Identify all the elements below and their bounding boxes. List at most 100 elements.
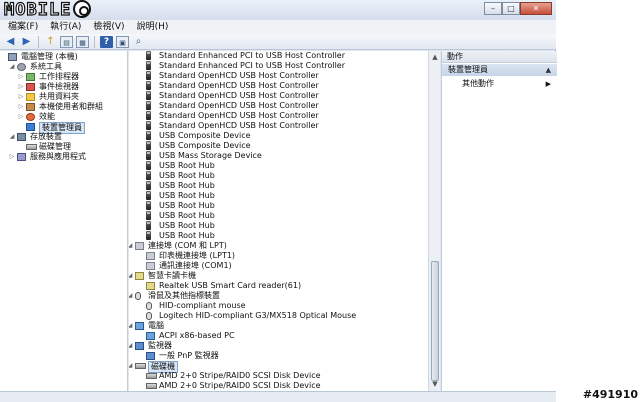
usb-icon (146, 121, 151, 130)
usb-icon (146, 231, 151, 240)
mouse-icon (146, 312, 152, 320)
collapse-up-icon[interactable]: ▲ (546, 64, 551, 76)
back-arrow-icon[interactable]: ◀ (4, 36, 17, 48)
device-tree-item-label: USB Composite Device (159, 141, 251, 150)
window-controls: – □ ✕ (484, 2, 552, 15)
actions-header: 動作 (442, 51, 557, 63)
minimize-button[interactable]: – (484, 2, 502, 15)
console-icon[interactable]: ▣ (116, 35, 129, 48)
device-tree-item-label: Logitech HID-compliant G3/MX518 Optical … (159, 311, 357, 320)
forward-arrow-icon[interactable]: ▶ (20, 36, 33, 48)
menu-file[interactable]: 檔案(F) (8, 20, 38, 34)
menu-action[interactable]: 執行(A) (50, 20, 81, 34)
actions-device-manager[interactable]: 裝置管理員 ▲ (442, 64, 557, 76)
computer-mgmt-icon (8, 53, 17, 61)
expand-triangle-icon[interactable]: ▷ (18, 72, 24, 82)
usb-icon (146, 101, 151, 110)
actions-more[interactable]: 其他動作 ▶ (442, 78, 557, 90)
disk-drive-icon (146, 383, 157, 389)
console-tree-item-label: 工作排程器 (39, 72, 79, 81)
device-tree-item-label: 監視器 (148, 341, 172, 350)
console-tree-item-label: 系統工具 (30, 62, 62, 71)
collapse-triangle-icon[interactable]: ◢ (9, 62, 15, 72)
collapse-triangle-icon[interactable]: ◢ (129, 361, 133, 371)
usb-icon (146, 51, 151, 60)
disk-drive-icon (135, 363, 146, 369)
console-tree-item-label: 本機使用者和群組 (39, 102, 103, 111)
device-tree-item-label: USB Root Hub (159, 171, 215, 180)
scroll-up-icon[interactable]: ▲ (430, 52, 440, 62)
collapse-triangle-icon[interactable]: ◢ (129, 271, 133, 281)
device-tree-item-label: 一般 PnP 監視器 (159, 351, 219, 360)
device-tree-item-label: AMD 2+0 Stripe/RAID0 SCSI Disk Device (159, 371, 321, 380)
smart-card-icon (146, 282, 155, 290)
up-folder-icon[interactable]: ↑ (44, 36, 57, 48)
device-tree-item-label: 印表機連接埠 (LPT1) (159, 251, 236, 260)
help-icon[interactable]: ? (100, 35, 113, 48)
collapse-triangle-icon[interactable]: ◢ (129, 291, 133, 301)
actions-more-label: 其他動作 (462, 79, 494, 88)
device-tree-item-label: Standard OpenHCD USB Host Controller (159, 71, 319, 80)
properties-icon[interactable]: ▦ (76, 35, 89, 48)
console-tree-pane: 電腦管理 (本機) ◢ 系統工具 ▷ 工作排程器 ▷ 事件檢視器 ▷ 共用資料夾 ▷ 本機使用者和群… (0, 51, 128, 391)
device-tree-item-label: USB Root Hub (159, 181, 215, 190)
collapse-triangle-icon[interactable]: ◢ (9, 132, 15, 142)
device-tree-item-label: ACPI x86-based PC (159, 331, 235, 340)
device-tree-item-label: HID-compliant mouse (159, 301, 246, 310)
mobile01-logo: MOBILE (3, 0, 92, 21)
show-hide-tree-icon[interactable]: ▤ (60, 35, 73, 48)
toolbar: ◀ ▶ ↑ ▤ ▦ ? ▣ ⌕ (0, 34, 556, 50)
console-tree-item-label: 共用資料夾 (39, 92, 79, 101)
device-tree-item-label: USB Root Hub (159, 161, 215, 170)
console-tree-item-label: 存放裝置 (30, 132, 62, 141)
expand-triangle-icon[interactable]: ▷ (18, 92, 24, 102)
submenu-arrow-icon: ▶ (545, 80, 551, 88)
scrollbar-thumb[interactable] (431, 261, 439, 381)
usb-icon (146, 91, 151, 100)
shared-folders-icon (26, 93, 35, 101)
device-tree-item-label: 滑鼠及其他指標裝置 (148, 291, 220, 300)
device-tree-scrollbar[interactable]: ▲ ▼ (428, 51, 440, 391)
device-tree-item-label: Standard OpenHCD USB Host Controller (159, 121, 319, 130)
monitor-icon (135, 342, 144, 350)
device-tree-pane: Standard Enhanced PCI to USB Host Contro… (129, 51, 428, 391)
services-apps-icon (17, 153, 26, 161)
usb-icon (146, 181, 151, 190)
usb-icon (146, 131, 151, 140)
device-tree-item-label: USB Root Hub (159, 201, 215, 210)
device-tree-item-label: Standard Enhanced PCI to USB Host Contro… (159, 51, 346, 60)
device-tree-item-label: 連接埠 (COM 和 LPT) (148, 241, 227, 250)
computer-icon (135, 322, 144, 330)
expand-triangle-icon[interactable]: ▷ (9, 152, 15, 162)
device-tree-item-label: AMD 2+0 Stripe/RAID0 SCSI Disk Device (159, 381, 321, 390)
collapse-triangle-icon[interactable]: ◢ (129, 341, 133, 351)
menu-help[interactable]: 說明(H) (137, 20, 169, 34)
device-tree-item-label: 智慧卡讀卡機 (148, 271, 196, 280)
device-tree-item-label: Realtek USB Smart Card reader(61) (159, 281, 302, 290)
menu-view[interactable]: 檢視(V) (93, 20, 124, 34)
collapse-triangle-icon[interactable]: ◢ (129, 241, 133, 251)
expand-triangle-icon[interactable]: ▷ (18, 112, 24, 122)
usb-icon (146, 71, 151, 80)
maximize-button[interactable]: □ (502, 2, 520, 15)
mouse-icon (146, 302, 152, 310)
device-manager-icon (26, 123, 35, 131)
actions-pane: 動作 裝置管理員 ▲ 其他動作 ▶ (441, 51, 557, 391)
event-viewer-icon (26, 83, 35, 91)
expand-triangle-icon[interactable]: ▷ (18, 102, 24, 112)
console-tree-item-label: 磁碟管理 (39, 142, 71, 151)
mouse-icon (135, 292, 141, 300)
device-tree-item-label: Standard Enhanced PCI to USB Host Contro… (159, 61, 346, 70)
usb-icon (146, 171, 151, 180)
smart-card-icon (135, 272, 144, 280)
console-tree-item-label: 服務與應用程式 (30, 152, 86, 161)
device-tree-item-label: Standard OpenHCD USB Host Controller (159, 81, 319, 90)
collapse-triangle-icon[interactable]: ◢ (129, 321, 133, 331)
scroll-down-icon[interactable]: ▼ (430, 379, 440, 389)
system-tools-icon (17, 63, 26, 71)
device-tree-item-label: USB Root Hub (159, 231, 215, 240)
expand-triangle-icon[interactable]: ▷ (18, 82, 24, 92)
scan-hardware-icon[interactable]: ⌕ (132, 36, 145, 48)
close-button[interactable]: ✕ (520, 2, 552, 15)
usb-icon (146, 81, 151, 90)
